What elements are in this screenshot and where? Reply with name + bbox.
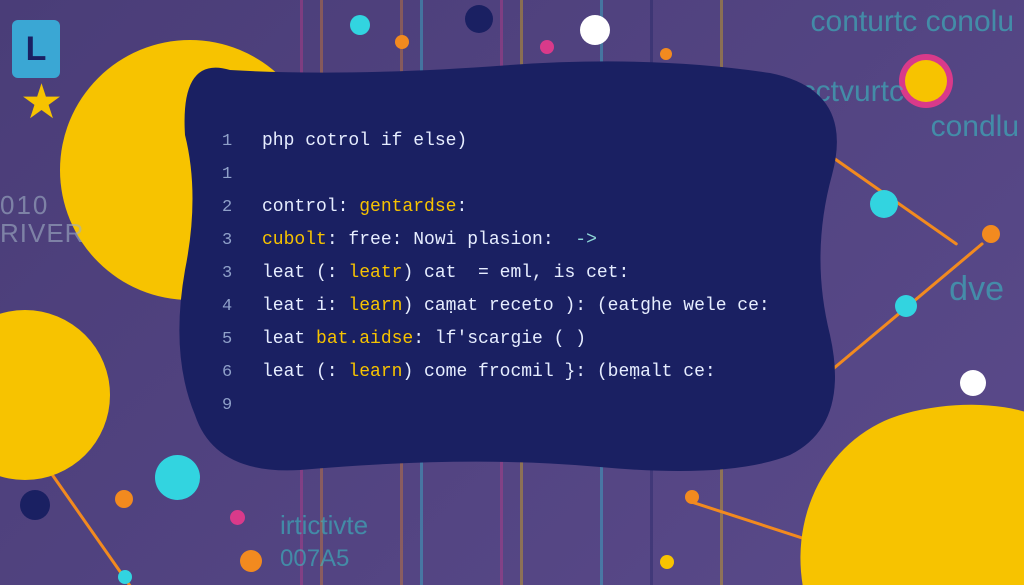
code-line: 1php cotrol if else) — [222, 125, 810, 158]
code-token: cubolt — [262, 224, 327, 257]
bg-text: dve — [949, 270, 1004, 309]
circle-dot — [895, 295, 917, 317]
bg-text: 007A5 — [280, 545, 349, 573]
circle-dot — [395, 35, 409, 49]
code-token: : lf'scargie ( ) — [413, 323, 586, 356]
code-token: ) come frocmil }: (beṃalt ce: — [402, 356, 715, 389]
code-token: bat.aidse — [316, 323, 413, 356]
line-number: 1 — [222, 158, 262, 191]
logo-badge: L — [12, 20, 60, 78]
circle-ring — [905, 60, 947, 102]
logo-letter: L — [26, 30, 47, 69]
code-token: -> — [575, 224, 597, 257]
circle-dot — [870, 190, 898, 218]
code-line: 4leat i: learn) caṃat receto ): (eatghe … — [222, 290, 810, 323]
code-line: 6leat (: learn) come frocmil }: (beṃalt … — [222, 356, 810, 389]
line-number: 2 — [222, 191, 262, 224]
code-token: learn — [348, 290, 402, 323]
circle-dot — [240, 550, 262, 572]
code-token: leat (: — [262, 356, 348, 389]
code-line: 9 — [222, 389, 810, 422]
line-number: 3 — [222, 257, 262, 290]
line-number: 6 — [222, 356, 262, 389]
code-line: 5leat bat.aidse: lf'scargie ( ) — [222, 323, 810, 356]
code-line: 1 — [222, 158, 810, 191]
circle-dot — [20, 490, 50, 520]
bg-text: condlu — [931, 110, 1019, 144]
bg-line — [49, 471, 143, 585]
bg-text: irtictivte — [280, 510, 368, 541]
code-token: control: — [262, 191, 359, 224]
code-token: leat — [262, 323, 316, 356]
star-icon: ★ — [20, 82, 63, 130]
line-number: 3 — [222, 224, 262, 257]
code-token: ) caṃat receto ): (eatghe wele ce: — [402, 290, 769, 323]
code-line: 3leat (: leatr) cat = eml, is cet: — [222, 257, 810, 290]
circle-dot — [118, 570, 132, 584]
code-block: 1php cotrol if else)12control: gentardse… — [222, 125, 810, 422]
code-token: ) cat = eml, is cet: — [402, 257, 629, 290]
circle-dot — [350, 15, 370, 35]
line-number: 4 — [222, 290, 262, 323]
code-line: 2control: gentardse: — [222, 191, 810, 224]
bg-text: 010 — [0, 190, 49, 221]
code-line: 3cubolt: free: Nowi plasion: -> — [222, 224, 810, 257]
line-number: 1 — [222, 125, 262, 158]
line-number: 9 — [222, 389, 262, 422]
code-token: leat (: — [262, 257, 348, 290]
code-token: leatr — [348, 257, 402, 290]
stage: L ★ conturtc conolu cctvurtc condlu dve … — [0, 0, 1024, 585]
circle-dot — [982, 225, 1000, 243]
code-token: : free: Nowi plasion: — [327, 224, 575, 257]
line-number: 5 — [222, 323, 262, 356]
code-token: php cotrol if else) — [262, 125, 467, 158]
circle-dot — [685, 490, 699, 504]
bg-text: conturtc conolu — [811, 5, 1014, 39]
code-card: 1php cotrol if else)12control: gentardse… — [170, 55, 850, 485]
circle-dot — [540, 40, 554, 54]
code-token: leat i: — [262, 290, 348, 323]
code-token: learn — [348, 356, 402, 389]
circle-dot — [115, 490, 133, 508]
circle-dot — [960, 370, 986, 396]
circle-dot — [580, 15, 610, 45]
circle-dot — [660, 555, 674, 569]
circle-dot — [230, 510, 245, 525]
circle-yellow — [0, 310, 110, 480]
code-token: gentardse — [359, 191, 456, 224]
code-token: : — [456, 191, 467, 224]
circle-dot — [465, 5, 493, 33]
